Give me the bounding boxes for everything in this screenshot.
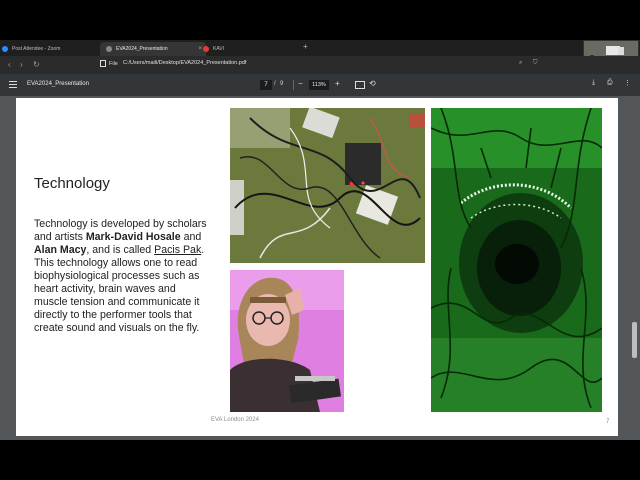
file-indicator: File — [100, 60, 118, 67]
pacis-pak-link[interactable]: Pacis Pak — [154, 244, 201, 256]
close-icon[interactable]: × — [198, 46, 202, 52]
back-button[interactable]: ‹ — [8, 60, 11, 69]
pdf-title: EVA2024_Presentation — [27, 81, 89, 87]
new-tab-button[interactable]: + — [303, 42, 308, 51]
author-name: Mark-David Hosale — [85, 231, 181, 243]
fit-page-icon[interactable] — [355, 81, 365, 89]
tab-label: EVA2024_Presentation — [116, 46, 168, 52]
rotate-icon[interactable]: ⟲ — [369, 79, 376, 88]
performer-photo — [230, 270, 344, 412]
author-name: Alan Macy — [34, 244, 87, 256]
tab-bar: Post Attendee - Zoom EVA2024_Presentatio… — [0, 40, 640, 56]
file-icon — [100, 60, 106, 67]
electronics-photo — [230, 108, 425, 263]
green-visuals-photo — [431, 108, 602, 412]
zoom-icon — [2, 46, 8, 52]
zoom-input[interactable]: 113% — [309, 80, 329, 90]
bottom-letterbox — [0, 440, 640, 480]
url-text[interactable]: C:/Users/maili/Desktop/EVA2024_Presentat… — [123, 60, 246, 66]
download-icon[interactable]: ⤓ — [592, 79, 595, 87]
forward-button[interactable]: › — [20, 60, 23, 69]
slide-body: Technology is developed by scholars and … — [34, 218, 207, 334]
zoom-magnifier-icon[interactable]: ⌕ — [519, 60, 522, 67]
more-options-icon[interactable]: ⋮ — [624, 79, 631, 87]
kavi-icon — [203, 46, 209, 52]
tab-zoom[interactable]: Post Attendee - Zoom — [2, 42, 97, 56]
tab-eva-presentation[interactable]: EVA2024_Presentation × — [100, 42, 206, 56]
tab-label: Post Attendee - Zoom — [12, 46, 61, 52]
page-total: 9 — [280, 81, 284, 87]
menu-icon[interactable] — [9, 81, 17, 88]
print-icon[interactable]: ⎙ — [607, 79, 613, 87]
shield-icon[interactable]: ⛉ — [533, 60, 538, 67]
address-bar — [0, 56, 640, 74]
scrollbar[interactable] — [632, 322, 637, 358]
zoom-out-button[interactable]: − — [298, 79, 303, 88]
reload-button[interactable]: ↻ — [33, 60, 40, 69]
slide-title: Technology — [34, 175, 110, 192]
page-separator: / — [274, 81, 276, 87]
tab-kavi[interactable]: KAVI — [203, 42, 298, 56]
toolbar-divider — [293, 80, 294, 90]
zoom-in-button[interactable]: + — [335, 79, 340, 88]
slide-page-number: 7 — [606, 419, 610, 425]
page-input[interactable]: 7 — [260, 80, 272, 90]
slide-footer: EVA London 2024 — [211, 417, 259, 423]
pdf-icon — [106, 46, 112, 52]
tab-label: KAVI — [213, 46, 225, 52]
